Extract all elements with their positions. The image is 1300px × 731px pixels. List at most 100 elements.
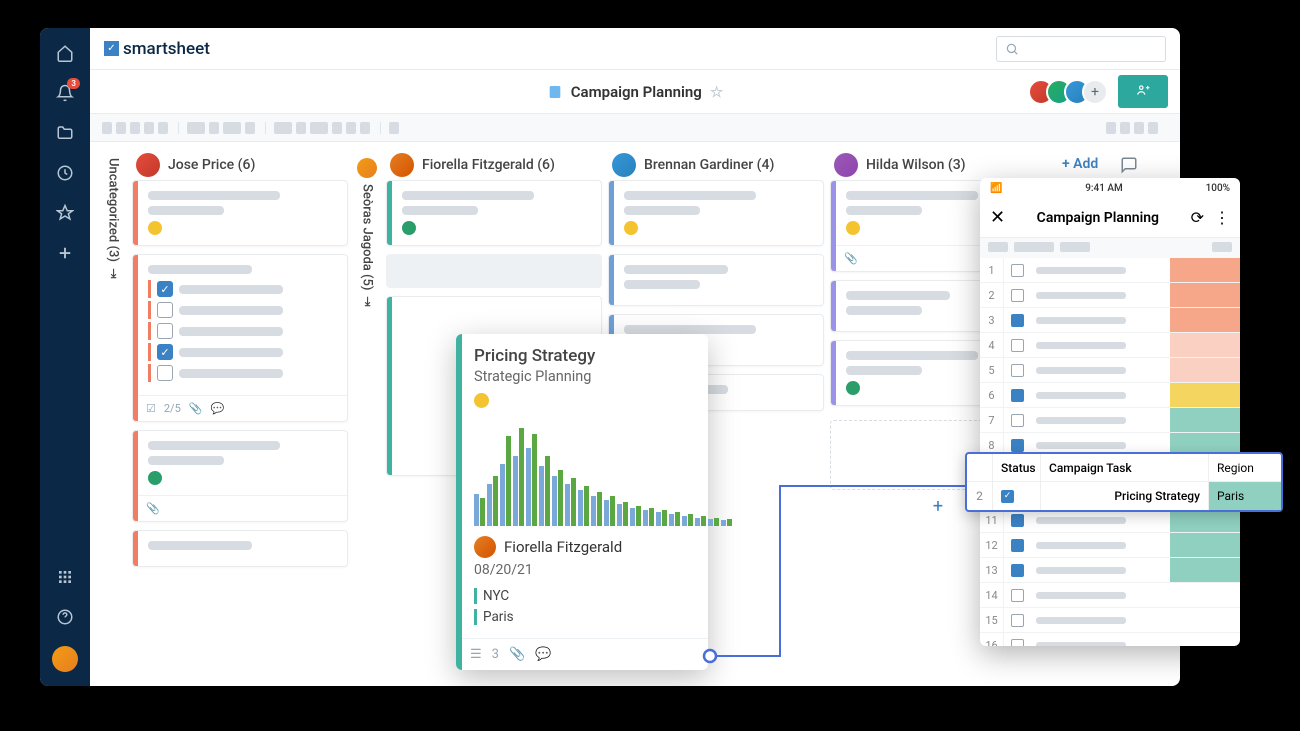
- toolbar-button[interactable]: [1106, 122, 1116, 134]
- formatting-toolbar: [90, 114, 1180, 142]
- toolbar-button[interactable]: [223, 122, 241, 134]
- grid-row[interactable]: 1: [980, 258, 1240, 283]
- toolbar-button[interactable]: [209, 122, 219, 134]
- add-column-button[interactable]: + Add: [1052, 150, 1108, 178]
- toolbar-button[interactable]: [389, 122, 399, 134]
- column-header[interactable]: Region: [1209, 454, 1281, 481]
- toolbar-button[interactable]: [187, 122, 205, 134]
- avatar: [474, 536, 496, 558]
- lane-header[interactable]: Jose Price (6): [132, 150, 348, 180]
- grid-row[interactable]: 5: [980, 358, 1240, 383]
- grid-row[interactable]: 6: [980, 383, 1240, 408]
- grid-row[interactable]: 12: [980, 533, 1240, 558]
- toolbar-button[interactable]: [332, 122, 342, 134]
- avatar: [612, 153, 636, 177]
- expand-icon[interactable]: ⇥: [360, 296, 375, 307]
- grid-row[interactable]: 4: [980, 333, 1240, 358]
- card-subtitle: Strategic Planning: [474, 368, 694, 385]
- task-cell[interactable]: Pricing Strategy: [1041, 482, 1209, 510]
- checkbox[interactable]: ✓: [157, 344, 173, 360]
- notifications-icon[interactable]: 3: [54, 82, 76, 104]
- toolbar-button[interactable]: [130, 122, 140, 134]
- favorite-star-icon[interactable]: ☆: [710, 83, 723, 101]
- card-detail-popup[interactable]: Pricing Strategy Strategic Planning Fior…: [456, 334, 708, 670]
- grid-row[interactable]: 14: [980, 583, 1240, 608]
- search-input[interactable]: [996, 36, 1166, 62]
- card-placeholder: [386, 254, 602, 288]
- checkbox[interactable]: ✓: [157, 281, 173, 297]
- sheet-title[interactable]: Campaign Planning ☆: [547, 83, 724, 101]
- avatar: [834, 153, 858, 177]
- toolbar-button[interactable]: [102, 122, 112, 134]
- toolbar-button[interactable]: [346, 122, 356, 134]
- toolbar-button[interactable]: [274, 122, 292, 134]
- checkbox[interactable]: [157, 365, 173, 381]
- card-tag: Paris: [474, 609, 694, 625]
- sheet-icon: [547, 84, 563, 100]
- help-icon[interactable]: [54, 606, 76, 628]
- collaborator-avatars[interactable]: +: [1036, 79, 1108, 105]
- status-dot: [474, 393, 489, 408]
- toolbar-button[interactable]: [1134, 122, 1144, 134]
- comment-icon: 💬: [210, 402, 224, 415]
- folder-icon[interactable]: [54, 122, 76, 144]
- checkbox[interactable]: [157, 323, 173, 339]
- user-avatar[interactable]: [52, 646, 78, 672]
- region-cell[interactable]: Paris: [1209, 482, 1281, 510]
- comments-panel-icon[interactable]: [1120, 156, 1138, 174]
- left-nav-sidebar: 3: [40, 28, 90, 686]
- lane-header[interactable]: Hilda Wilson (3): [830, 150, 1046, 180]
- checkbox[interactable]: [157, 302, 173, 318]
- toolbar-button[interactable]: [296, 122, 306, 134]
- grid-row[interactable]: 3: [980, 308, 1240, 333]
- favorites-icon[interactable]: [54, 202, 76, 224]
- apps-icon[interactable]: [54, 566, 76, 588]
- attachment-icon: 📎: [509, 647, 525, 662]
- grid-row[interactable]: 2: [980, 283, 1240, 308]
- add-icon[interactable]: [54, 242, 76, 264]
- toolbar-button[interactable]: [1148, 122, 1158, 134]
- grid-row[interactable]: 15: [980, 608, 1240, 633]
- toolbar-button[interactable]: [158, 122, 168, 134]
- status-cell[interactable]: ✓: [993, 482, 1041, 510]
- lane-seoras[interactable]: Seòras Jagoda (5) ⇥: [354, 150, 380, 678]
- card[interactable]: [608, 254, 824, 306]
- recents-icon[interactable]: [54, 162, 76, 184]
- more-icon[interactable]: ⋮: [1214, 208, 1230, 227]
- toolbar-button[interactable]: [144, 122, 154, 134]
- toolbar-button[interactable]: [116, 122, 126, 134]
- checkbox[interactable]: ✓: [1001, 490, 1014, 503]
- card[interactable]: [132, 530, 348, 567]
- lane-header[interactable]: Fiorella Fitzgerald (6): [386, 150, 602, 180]
- brand-logo[interactable]: ✓smartsheet: [104, 39, 210, 59]
- card[interactable]: [132, 180, 348, 246]
- attachment-icon: 📎: [844, 252, 858, 265]
- card[interactable]: [386, 180, 602, 246]
- comment-icon: 💬: [535, 647, 551, 662]
- toolbar-button[interactable]: [245, 122, 255, 134]
- grid-row[interactable]: 16: [980, 633, 1240, 646]
- mobile-preview: 📶9:41 AM100% ✕ Campaign Planning ⟳ ⋮ 123…: [980, 178, 1240, 646]
- avatar-more[interactable]: +: [1082, 79, 1108, 105]
- card[interactable]: [608, 180, 824, 246]
- close-icon[interactable]: ✕: [990, 207, 1005, 228]
- toolbar-button[interactable]: [1120, 122, 1130, 134]
- share-button[interactable]: [1118, 75, 1168, 108]
- column-header[interactable]: Status: [993, 454, 1041, 481]
- checklist-icon: ☑: [146, 402, 156, 415]
- home-icon[interactable]: [54, 42, 76, 64]
- lane-uncategorized[interactable]: Uncategorized (3) ⇥: [100, 150, 126, 678]
- card[interactable]: ✓ ✓ ☑2/5📎💬: [132, 254, 348, 422]
- refresh-icon[interactable]: ⟳: [1191, 208, 1204, 227]
- mobile-row-highlight: Status Campaign Task Region 2 ✓ Pricing …: [965, 452, 1283, 512]
- grid-row[interactable]: 13: [980, 558, 1240, 583]
- column-header[interactable]: Campaign Task: [1041, 454, 1209, 481]
- toolbar-button[interactable]: [310, 122, 328, 134]
- avatar: [357, 158, 377, 178]
- card[interactable]: 📎: [132, 430, 348, 522]
- checklist-icon: ☰: [470, 647, 482, 662]
- expand-icon[interactable]: ⇥: [106, 268, 121, 279]
- lane-header[interactable]: Brennan Gardiner (4): [608, 150, 824, 180]
- toolbar-button[interactable]: [360, 122, 370, 134]
- grid-row[interactable]: 7: [980, 408, 1240, 433]
